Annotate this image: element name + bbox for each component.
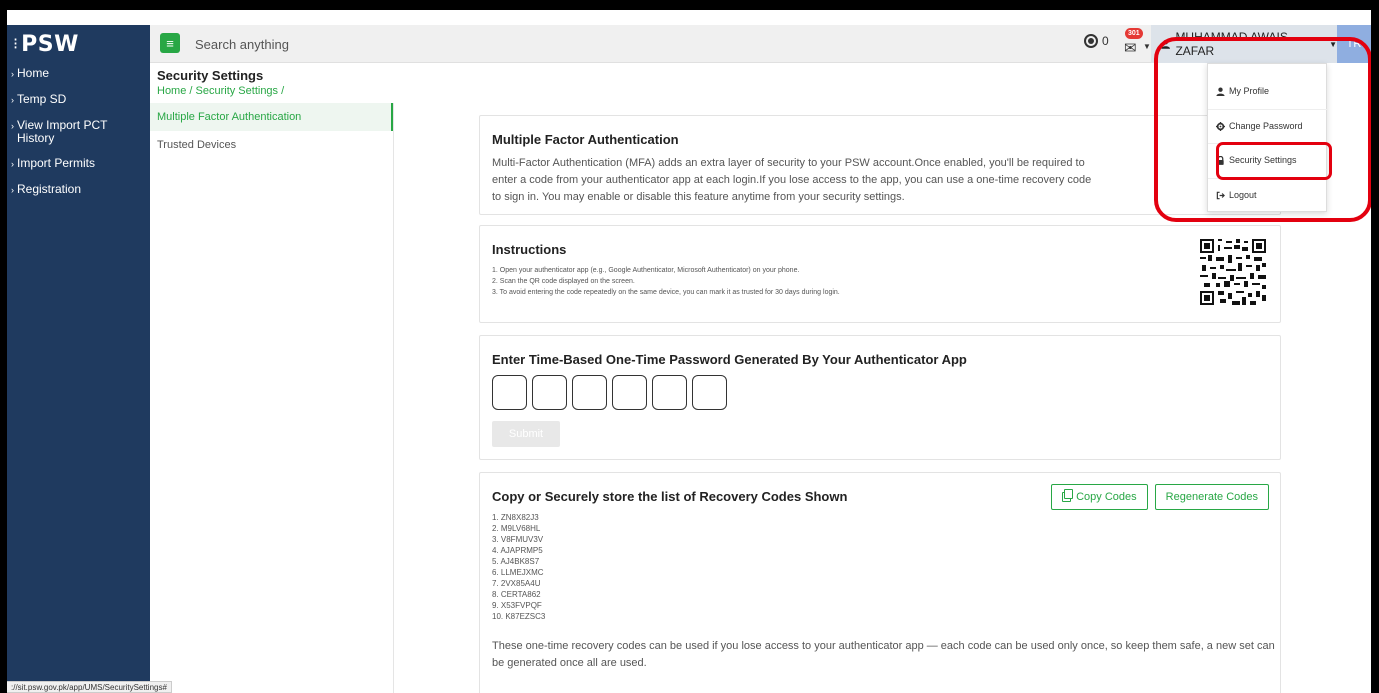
recovery-actions: Copy Codes Regenerate Codes	[1051, 484, 1269, 510]
chevron-down-icon: ▼	[1329, 39, 1337, 49]
top-bar: ⁝ PSW ≡ 0 ✉ 301 ▼ MUHAMMAD AWAIS ZAFAR ▼…	[7, 25, 1371, 63]
otp-card: Enter Time-Based One-Time Password Gener…	[479, 335, 1281, 460]
menu-item-label: Change Password	[1229, 121, 1303, 131]
submit-button[interactable]: Submit	[492, 421, 560, 447]
target-icon	[1084, 34, 1098, 48]
sidebar-item-temp-sd[interactable]: › Temp SD	[7, 93, 150, 107]
user-dropdown-menu: My Profile Change Password Security Sett…	[1207, 63, 1328, 212]
nav-item-trusted-devices[interactable]: Trusted Devices	[150, 131, 393, 159]
otp-digit-input[interactable]	[572, 375, 607, 410]
page-title: Security Settings	[157, 68, 264, 83]
recovery-code: 8. CERTA862	[492, 590, 541, 599]
sidebar-item-import-permits[interactable]: › Import Permits	[7, 157, 150, 171]
recovery-code: 10. K87EZSC3	[492, 612, 546, 621]
envelope-icon: ✉	[1124, 40, 1137, 57]
instruction-step: 3. To avoid entering the code repeatedly…	[492, 289, 840, 296]
copy-codes-label: Copy Codes	[1076, 491, 1137, 503]
user-menu-button[interactable]: MUHAMMAD AWAIS ZAFAR ▼	[1151, 25, 1337, 63]
chevron-right-icon: ›	[11, 69, 14, 79]
recovery-code: 5. AJ4BK8S7	[492, 557, 540, 566]
recovery-code: 7. 2VX85A4U	[492, 579, 541, 588]
user-icon	[1161, 39, 1170, 49]
sidebar-item-label: Home	[17, 66, 50, 80]
psw-logo-icon: ⁝	[13, 36, 19, 53]
user-icon	[1216, 87, 1225, 96]
recovery-code: 4. AJAPRMP5	[492, 546, 543, 555]
instructions-title: Instructions	[492, 242, 567, 257]
sidebar-item-registration[interactable]: › Registration	[7, 183, 150, 197]
chevron-right-icon: ›	[11, 185, 14, 195]
otp-digit-input[interactable]	[492, 375, 527, 410]
instruction-step: 2. Scan the QR code displayed on the scr…	[492, 278, 635, 285]
sidebar-item-label: View Import PCT History	[17, 118, 108, 145]
lock-icon	[1217, 155, 1224, 165]
otp-digit-input[interactable]	[692, 375, 727, 410]
otp-digit-input[interactable]	[612, 375, 647, 410]
menu-item-change-password[interactable]: Change Password	[1208, 109, 1328, 143]
otp-input-group	[492, 375, 1268, 410]
recovery-codes-card: Copy or Securely store the list of Recov…	[479, 472, 1281, 693]
qr-code-icon	[1200, 239, 1266, 305]
chevron-right-icon: ›	[11, 95, 14, 105]
avatar[interactable]: TR	[1337, 25, 1371, 63]
instructions-card: Instructions 1. Open your authenticator …	[479, 225, 1281, 323]
recovery-code-list: 1. ZN8X82J3 2. M9LV68HL 3. V8FMUV3V 4. A…	[492, 512, 1268, 622]
otp-digit-input[interactable]	[652, 375, 687, 410]
chevron-right-icon: ›	[11, 121, 14, 131]
counter-value: 0	[1102, 34, 1109, 48]
menu-item-my-profile[interactable]: My Profile	[1208, 74, 1328, 108]
menu-item-logout[interactable]: Logout	[1208, 178, 1328, 212]
sidebar-item-label: Import Permits	[17, 156, 96, 170]
menu-item-security-settings[interactable]: Security Settings	[1208, 143, 1328, 177]
sidebar: › Home › Temp SD › View Import PCT Histo…	[7, 63, 150, 693]
user-name: MUHAMMAD AWAIS ZAFAR	[1175, 30, 1288, 58]
recovery-code: 9. X53FVPQF	[492, 601, 542, 610]
menu-item-label: Logout	[1229, 190, 1257, 200]
nav-item-mfa[interactable]: Multiple Factor Authentication	[150, 103, 393, 131]
recovery-code: 3. V8FMUV3V	[492, 535, 544, 544]
gear-icon	[1216, 121, 1225, 131]
regenerate-codes-button[interactable]: Regenerate Codes	[1154, 484, 1269, 510]
copy-icon	[1062, 489, 1074, 502]
app-window: ⁝ PSW ≡ 0 ✉ 301 ▼ MUHAMMAD AWAIS ZAFAR ▼…	[7, 10, 1371, 693]
breadcrumb[interactable]: Home / Security Settings /	[157, 85, 1371, 97]
page-header: Security Settings Home / Security Settin…	[150, 63, 1371, 103]
otp-digit-input[interactable]	[532, 375, 567, 410]
sidebar-item-label: Temp SD	[17, 92, 67, 106]
recovery-footer-note: These one-time recovery codes can be use…	[492, 640, 1275, 669]
recovery-code: 1. ZN8X82J3	[492, 513, 539, 522]
logo-text: PSW	[21, 31, 79, 57]
mail-badge: 301	[1125, 28, 1143, 39]
status-url: ://sit.psw.gov.pk/app/UMS/SecuritySettin…	[7, 681, 172, 693]
search-input[interactable]	[195, 33, 595, 55]
chevron-down-icon: ▼	[1143, 42, 1151, 51]
copy-codes-button[interactable]: Copy Codes	[1051, 484, 1148, 510]
menu-item-label: My Profile	[1229, 86, 1270, 96]
recovery-code: 6. LLMEJXMC	[492, 568, 544, 577]
logout-icon	[1216, 191, 1225, 199]
counter-indicator[interactable]: 0	[1084, 34, 1109, 48]
mail-notifications[interactable]: ✉ 301 ▼	[1124, 28, 1154, 57]
recovery-code: 2. M9LV68HL	[492, 524, 541, 533]
menu-toggle-button[interactable]: ≡	[160, 33, 180, 53]
settings-nav: Multiple Factor Authentication Trusted D…	[150, 103, 394, 693]
chevron-right-icon: ›	[11, 159, 14, 169]
sidebar-item-home[interactable]: › Home	[7, 67, 150, 81]
menu-item-label: Security Settings	[1229, 155, 1297, 165]
instruction-step: 1. Open your authenticator app (e.g., Go…	[492, 267, 800, 274]
hamburger-icon: ≡	[166, 35, 174, 51]
mfa-title: Multiple Factor Authentication	[492, 132, 679, 147]
sidebar-item-view-import-pct-history[interactable]: › View Import PCT History	[7, 119, 150, 145]
otp-title: Enter Time-Based One-Time Password Gener…	[492, 352, 967, 367]
mfa-description: Multi-Factor Authentication (MFA) adds a…	[492, 157, 1092, 203]
logo[interactable]: ⁝ PSW	[7, 25, 150, 63]
sidebar-item-label: Registration	[17, 182, 82, 196]
mfa-card: Multiple Factor Authentication Multi-Fac…	[479, 115, 1281, 215]
